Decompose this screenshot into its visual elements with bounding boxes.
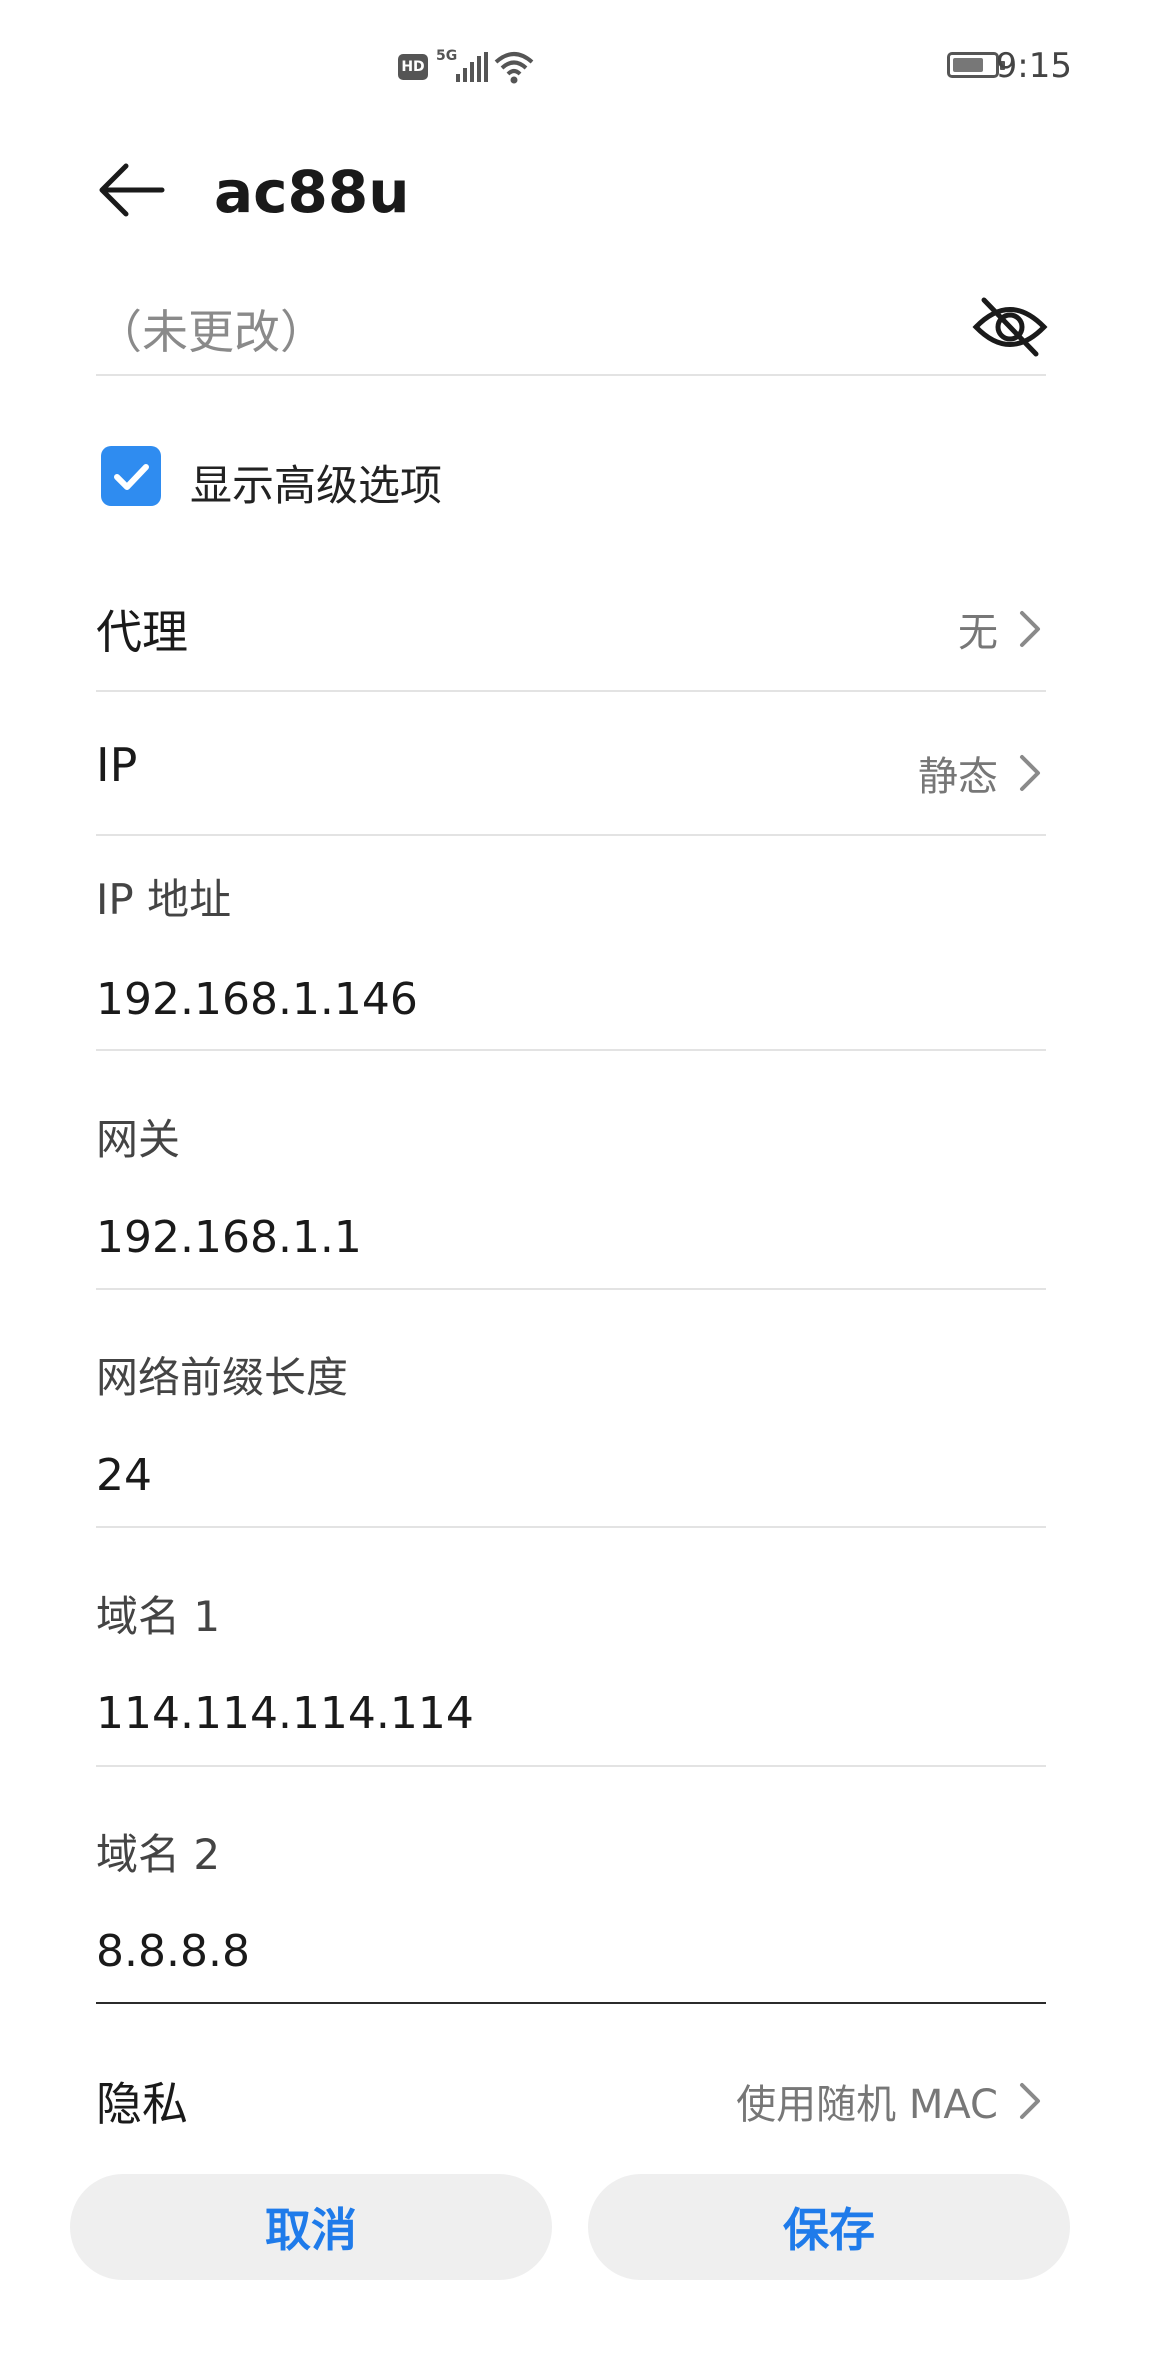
dns2-label: 域名 2 (96, 1830, 221, 1879)
gateway-input[interactable]: 192.168.1.1 (96, 1212, 362, 1263)
privacy-label: 隐私 (96, 2077, 188, 2131)
page-title: ac88u (214, 158, 410, 226)
proxy-row[interactable]: 代理 无 (0, 580, 1152, 690)
gateway-divider (96, 1288, 1046, 1290)
password-field[interactable]: （未更改） (96, 296, 326, 362)
hd-icon: HD (398, 54, 428, 80)
back-arrow-icon (99, 163, 165, 217)
privacy-value: 使用随机 MAC (736, 2082, 998, 2128)
password-divider (96, 374, 1046, 376)
ip-address-divider (96, 1049, 1046, 1051)
ip-mode-value: 静态 (918, 754, 998, 800)
eye-off-icon (972, 297, 1048, 357)
dns2-divider (96, 2002, 1046, 2004)
ip-mode-row[interactable]: IP 静态 (0, 724, 1152, 834)
dns2-input[interactable]: 8.8.8.8 (96, 1926, 250, 1977)
save-button[interactable]: 保存 (588, 2174, 1070, 2280)
back-button[interactable] (92, 150, 172, 230)
battery-icon (947, 52, 1005, 78)
gateway-label: 网关 (96, 1115, 181, 1164)
dns1-label: 域名 1 (96, 1592, 221, 1641)
proxy-label: 代理 (96, 605, 188, 659)
status-time: 9:15 (995, 46, 1072, 86)
chevron-right-icon (1020, 611, 1040, 647)
ip-address-label: IP 地址 (96, 875, 232, 924)
proxy-divider (96, 690, 1046, 692)
prefix-length-input[interactable]: 24 (96, 1450, 152, 1501)
network-type-label: 5G (436, 48, 458, 64)
privacy-row[interactable]: 隐私 使用随机 MAC (0, 2060, 1152, 2140)
status-bar: HD 5G 9:15 (0, 0, 1152, 130)
dns1-divider (96, 1765, 1046, 1767)
prefix-length-divider (96, 1526, 1046, 1528)
proxy-value: 无 (958, 610, 998, 656)
prefix-length-label: 网络前缀长度 (96, 1353, 349, 1402)
advanced-options-checkbox[interactable] (101, 446, 161, 506)
cancel-button[interactable]: 取消 (70, 2174, 552, 2280)
chevron-right-icon (1020, 2083, 1040, 2119)
ip-mode-label: IP (96, 738, 138, 792)
dns1-input[interactable]: 114.114.114.114 (96, 1688, 474, 1739)
wifi-icon (494, 52, 534, 84)
chevron-right-icon (1020, 755, 1040, 791)
battery-level (953, 58, 983, 72)
signal-icon (456, 52, 488, 82)
advanced-options-label: 显示高级选项 (190, 461, 443, 510)
password-visibility-toggle[interactable] (970, 292, 1050, 362)
ip-mode-divider (96, 834, 1046, 836)
checkmark-icon (114, 464, 149, 490)
ip-address-input[interactable]: 192.168.1.146 (96, 974, 418, 1025)
